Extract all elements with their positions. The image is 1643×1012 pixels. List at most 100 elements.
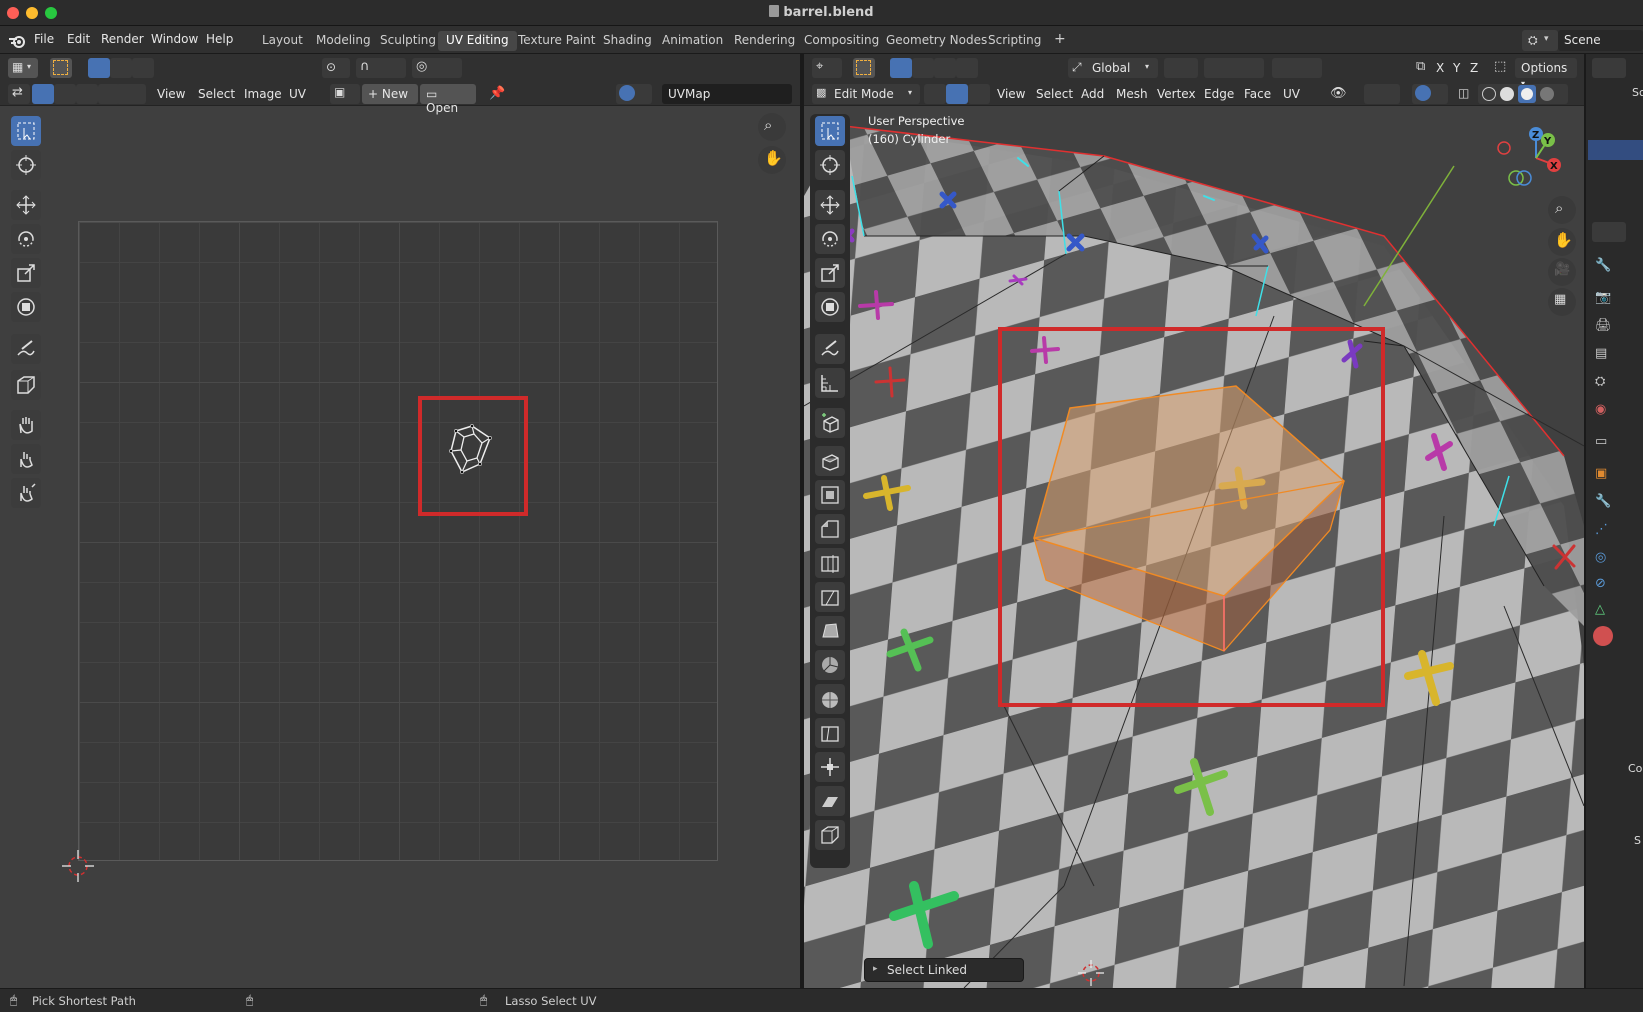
axis-toggle-z[interactable]: Z: [1470, 61, 1478, 75]
tool-spin[interactable]: [815, 650, 845, 680]
tool-cursor[interactable]: [815, 150, 845, 180]
uv-tool-scale[interactable]: [11, 258, 41, 288]
last-operator-panel[interactable]: ▸ Select Linked: [864, 958, 1024, 982]
interaction-mode-menu[interactable]: ▩ Edit Mode ▾: [812, 84, 920, 104]
tab-rendering[interactable]: Rendering: [726, 31, 803, 51]
rendered-shading-icon[interactable]: [1540, 87, 1554, 101]
viewport-menu-uv[interactable]: UV: [1283, 87, 1300, 101]
uv-tool-cursor[interactable]: [11, 150, 41, 180]
sticky-selection-menu[interactable]: [116, 84, 146, 104]
outliner-selected-row[interactable]: [1588, 140, 1643, 160]
output-properties-icon[interactable]: 🖨: [1595, 318, 1612, 333]
editor-type-menu[interactable]: ▦ ▾: [8, 58, 38, 78]
scene-name-field[interactable]: Scene: [1558, 30, 1643, 51]
visibility-icon[interactable]: 👁: [1330, 86, 1347, 101]
material-properties-icon[interactable]: [1593, 626, 1613, 646]
transform-orientation-menu[interactable]: ⤢ Global ▾: [1068, 58, 1158, 78]
uv-tool-rotate[interactable]: [11, 224, 41, 254]
viewport-menu-vertex[interactable]: Vertex: [1157, 87, 1196, 101]
tool-inset[interactable]: [815, 480, 845, 510]
viewport-editor-type-menu[interactable]: ⌖: [812, 58, 842, 78]
scene-selector-button[interactable]: ⛭ ▾: [1522, 30, 1558, 51]
uv-menu-view[interactable]: View: [157, 87, 185, 101]
new-image-button[interactable]: + New: [362, 84, 418, 104]
menu-file[interactable]: File: [34, 32, 54, 46]
sync-select-mode-face[interactable]: [132, 58, 154, 78]
select-mode-edge[interactable]: [54, 84, 76, 104]
image-browse-menu[interactable]: ▣: [330, 84, 360, 104]
menu-window[interactable]: Window: [151, 32, 198, 46]
options-menu[interactable]: Options ▾: [1515, 58, 1577, 88]
camera-view-button[interactable]: 🎥: [1548, 258, 1576, 286]
tool-measure[interactable]: [815, 368, 845, 398]
perspective-toggle-button[interactable]: ▦: [1548, 288, 1576, 316]
uv-zoom-button[interactable]: ⌕: [758, 113, 786, 141]
axis-toggle-x[interactable]: X: [1436, 61, 1444, 75]
select-tool-toggle[interactable]: [50, 58, 72, 78]
xray-icon[interactable]: ◫: [1458, 86, 1469, 100]
tool-smooth[interactable]: [815, 684, 845, 714]
viewport-menu-select[interactable]: Select: [1036, 87, 1073, 101]
tool-shrink-fatten[interactable]: [815, 752, 845, 782]
open-image-button[interactable]: ▭ Open: [420, 84, 476, 115]
tool-loop-cut[interactable]: [815, 548, 845, 578]
tab-modeling[interactable]: Modeling: [308, 31, 379, 51]
add-workspace-button[interactable]: +: [1046, 29, 1074, 49]
select-mode-vertex[interactable]: [32, 84, 54, 104]
viewport-menu-face[interactable]: Face: [1244, 87, 1271, 101]
uv-tool-annotate[interactable]: [11, 334, 41, 364]
snap-menu[interactable]: ∩: [356, 58, 406, 78]
proportional-editing-menu[interactable]: ◎: [412, 58, 462, 78]
tab-uv-editing[interactable]: UV Editing: [438, 31, 517, 51]
uv-grid[interactable]: [78, 221, 718, 861]
tab-scripting[interactable]: Scripting: [980, 31, 1049, 51]
tool-shear[interactable]: [815, 786, 845, 816]
viewport-overlays-button[interactable]: [1412, 84, 1448, 104]
scene-properties-icon[interactable]: ⛭: [1595, 374, 1605, 389]
uv-tool-pinch[interactable]: [11, 478, 41, 508]
physics-properties-icon[interactable]: ◎: [1595, 550, 1606, 565]
uv-tool-select-box[interactable]: [11, 116, 41, 146]
tool-bevel[interactable]: [815, 514, 845, 544]
uv-menu-uv[interactable]: UV: [289, 87, 306, 101]
tab-sculpting[interactable]: Sculpting: [372, 31, 444, 51]
uv-menu-image[interactable]: Image: [244, 87, 282, 101]
collection-properties-icon[interactable]: ▭: [1595, 434, 1607, 449]
viewport-snap-menu[interactable]: [1204, 58, 1264, 78]
uv-tool-rip[interactable]: [11, 370, 41, 400]
tool-transform[interactable]: [815, 292, 845, 322]
mesh-select-vertex[interactable]: [924, 84, 946, 104]
viewport-select-subtract[interactable]: [934, 58, 956, 78]
modifier-properties-icon[interactable]: 🔧: [1595, 494, 1611, 509]
mesh-select-face[interactable]: [968, 84, 990, 104]
blender-logo-icon[interactable]: [8, 33, 26, 49]
view-layer-icon[interactable]: ▤: [1595, 346, 1607, 361]
tab-shading[interactable]: Shading: [595, 31, 660, 51]
auto-merge-icon[interactable]: ⬚: [1494, 59, 1506, 74]
viewport-menu-view[interactable]: View: [997, 87, 1025, 101]
uvmap-field[interactable]: UVMap: [662, 84, 792, 104]
tab-animation[interactable]: Animation: [654, 31, 731, 51]
navigation-gizmo[interactable]: Z Y X: [1496, 120, 1576, 200]
tool-rip-region[interactable]: [815, 820, 845, 850]
viewport-select-tool-toggle[interactable]: [853, 58, 875, 78]
menu-edit[interactable]: Edit: [67, 32, 90, 46]
tab-layout[interactable]: Layout: [254, 31, 311, 51]
viewport-menu-mesh[interactable]: Mesh: [1116, 87, 1148, 101]
menu-render[interactable]: Render: [101, 32, 144, 46]
viewport-select-extend[interactable]: [912, 58, 934, 78]
viewport-zoom-button[interactable]: ⌕: [1548, 196, 1576, 224]
tool-scale[interactable]: [815, 258, 845, 288]
uv-tool-relax[interactable]: [11, 444, 41, 474]
properties-editor-type[interactable]: [1592, 222, 1626, 242]
tool-properties-icon[interactable]: 🔧: [1595, 258, 1611, 273]
pin-icon[interactable]: 📌: [489, 86, 505, 101]
constraints-properties-icon[interactable]: ⊘: [1595, 576, 1606, 591]
particles-properties-icon[interactable]: ⋰: [1595, 522, 1608, 537]
tool-edge-slide[interactable]: [815, 718, 845, 748]
viewport-select-intersect[interactable]: [956, 58, 978, 78]
menu-help[interactable]: Help: [206, 32, 233, 46]
tab-texture-paint[interactable]: Texture Paint: [510, 31, 603, 51]
pivot-point-menu[interactable]: ⊙: [322, 58, 350, 78]
uv-menu-select[interactable]: Select: [198, 87, 235, 101]
